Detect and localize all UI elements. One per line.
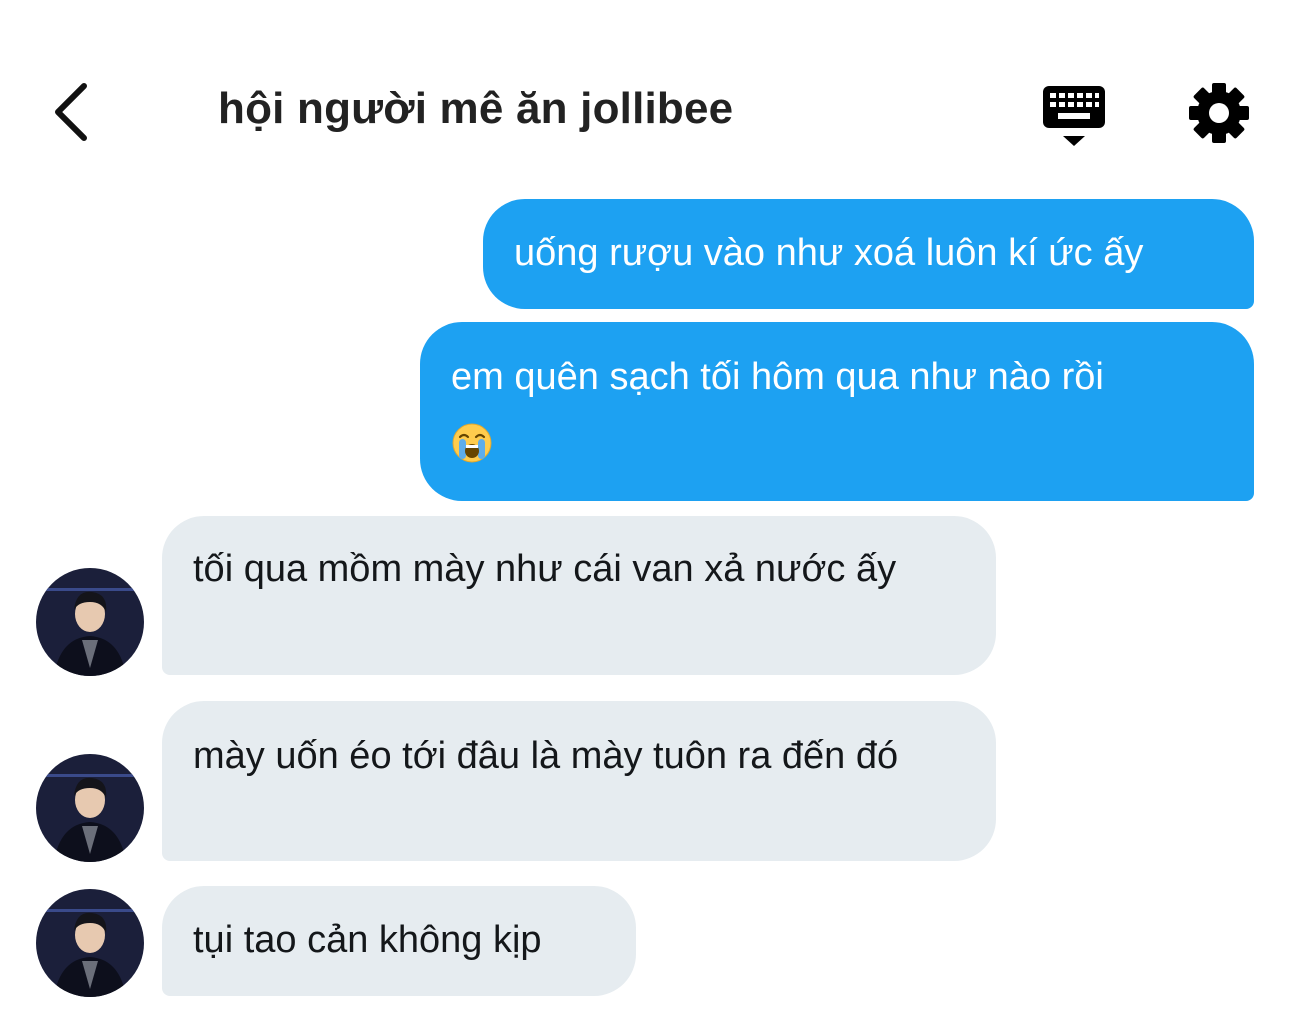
profile-photo xyxy=(36,754,144,862)
conversation-title: hội người mê ăn jollibee xyxy=(218,84,734,133)
keyboard-toggle-button[interactable] xyxy=(1036,80,1112,150)
profile-photo xyxy=(36,568,144,676)
avatar[interactable] xyxy=(36,754,144,862)
profile-photo xyxy=(36,889,144,997)
loudly-crying-face-icon xyxy=(452,423,492,463)
message-text: uống rượu vào như xoá luôn kí ức ấy xyxy=(514,232,1144,274)
message-text: tụi tao cản không kịp xyxy=(193,919,542,961)
message-text: em quên sạch tối hôm qua như nào rồi xyxy=(451,356,1104,398)
incoming-message[interactable]: tối qua mồm mày như cái van xả nước ấy xyxy=(162,516,996,675)
message-text: mày uốn éo tới đâu là mày tuôn ra đến đó xyxy=(193,735,899,777)
keyboard-hide-icon xyxy=(1043,86,1105,146)
avatar[interactable] xyxy=(36,889,144,997)
chat-header: hội người mê ăn jollibee xyxy=(0,0,1290,190)
message-text: tối qua mồm mày như cái van xả nước ấy xyxy=(193,548,897,590)
outgoing-message[interactable]: uống rượu vào như xoá luôn kí ức ấy xyxy=(483,199,1254,309)
incoming-message[interactable]: mày uốn éo tới đâu là mày tuôn ra đến đó xyxy=(162,701,996,861)
settings-button[interactable] xyxy=(1184,80,1254,146)
avatar[interactable] xyxy=(36,568,144,676)
outgoing-message[interactable]: em quên sạch tối hôm qua như nào rồi xyxy=(420,322,1254,501)
back-button[interactable] xyxy=(30,72,110,152)
incoming-message[interactable]: tụi tao cản không kịp xyxy=(162,886,636,996)
gear-icon xyxy=(1189,83,1249,143)
chevron-left-icon xyxy=(55,83,87,141)
